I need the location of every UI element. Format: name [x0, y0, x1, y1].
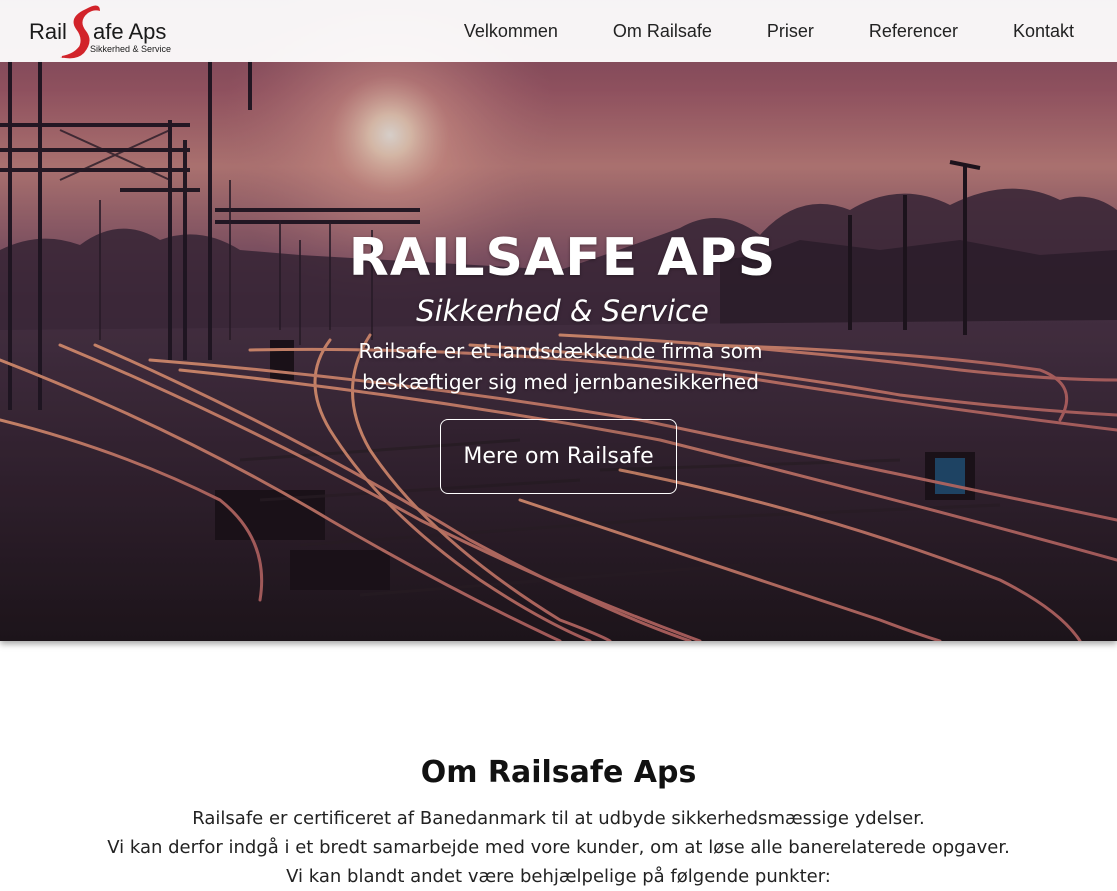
nav-item-kontakt[interactable]: Kontakt	[985, 0, 1117, 62]
nav-item-velkommen[interactable]: Velkommen	[436, 0, 585, 62]
about-section: Om Railsafe Aps Railsafe er certificeret…	[0, 641, 1117, 891]
about-text: Railsafe er certificeret af Banedanmark …	[0, 804, 1117, 891]
logo-tagline: Sikkerhed & Service	[90, 44, 171, 54]
about-line: Vi kan derfor indgå i et bredt samarbejd…	[107, 837, 1010, 858]
hero-lede: Railsafe er et landsdækkende firma som b…	[358, 339, 763, 394]
hero-content: RAILSAFE APS Sikkerhed & Service Railsaf…	[0, 222, 1117, 494]
more-about-railsafe-button[interactable]: Mere om Railsafe	[440, 419, 677, 494]
logo-text-left: Rail	[29, 19, 67, 44]
about-title: Om Railsafe Aps	[420, 755, 697, 790]
railsafe-logo-icon: Rail afe Aps Sikkerhed & Service	[29, 5, 171, 59]
about-line: Vi kan blandt andet være behjælpelige på…	[286, 866, 831, 887]
hero-title: RAILSAFE APS	[348, 228, 777, 288]
about-line: Railsafe er certificeret af Banedanmark …	[192, 808, 925, 829]
hero-subtitle: Sikkerhed & Service	[416, 294, 709, 328]
nav-item-referencer[interactable]: Referencer	[841, 0, 985, 62]
nav-item-priser[interactable]: Priser	[739, 0, 841, 62]
logo-text-right: afe Aps	[93, 19, 166, 44]
site-logo[interactable]: Rail afe Aps Sikkerhed & Service	[28, 3, 178, 59]
hero-section: RAILSAFE APS Sikkerhed & Service Railsaf…	[0, 0, 1117, 641]
main-nav: Velkommen Om Railsafe Priser Referencer …	[436, 0, 1117, 62]
nav-item-om-railsafe[interactable]: Om Railsafe	[585, 0, 739, 62]
site-header: Rail afe Aps Sikkerhed & Service Velkomm…	[0, 0, 1117, 62]
